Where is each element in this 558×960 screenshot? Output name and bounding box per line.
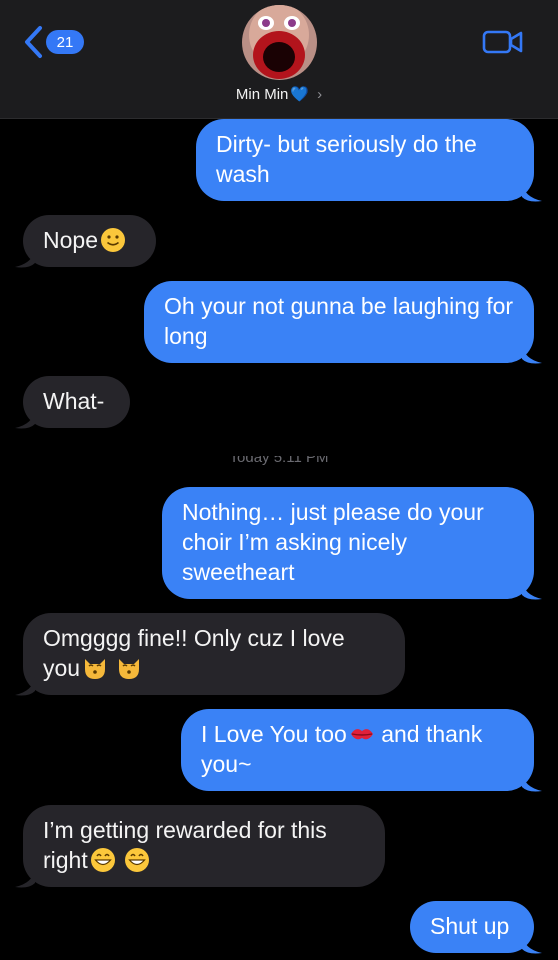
chevron-left-icon bbox=[25, 26, 42, 58]
contact-name-row[interactable]: Min Min 💙 › bbox=[0, 85, 558, 104]
message-text: Nope bbox=[43, 227, 98, 253]
message-text: Dirty- but seriously do the wash bbox=[216, 131, 477, 187]
grinning-face-icon bbox=[124, 848, 149, 872]
message-bubble-sent[interactable]: Nothing… just please do your choir I’m a… bbox=[162, 487, 534, 599]
message-text-line: you bbox=[43, 655, 81, 681]
bubble-tail bbox=[522, 773, 542, 792]
messages-screen: 21 Min Min 💙 › Dirty- but seriously do t… bbox=[0, 0, 558, 960]
message-bubble-received[interactable]: What- bbox=[23, 376, 130, 428]
message-bubble-sent[interactable]: I Love You too and thank you~ bbox=[181, 709, 534, 791]
kiss-mark-icon bbox=[350, 729, 373, 740]
message-text: Oh your not gunna be laughing for long bbox=[164, 293, 514, 349]
chevron-right-icon: › bbox=[317, 85, 323, 103]
bubble-tail bbox=[522, 183, 542, 202]
message-text-line: right bbox=[43, 847, 88, 873]
message-bubble-sent[interactable]: Oh your not gunna be laughing for long bbox=[144, 281, 534, 363]
video-call-icon[interactable] bbox=[482, 28, 524, 56]
message-bubble-sent[interactable]: Dirty- but seriously do the wash bbox=[196, 119, 534, 201]
slightly-smiling-face-icon bbox=[100, 228, 125, 252]
message-bubble-received[interactable]: Omgggg fine!! Only cuz I love you bbox=[23, 613, 405, 695]
blue-heart-icon: 💙 bbox=[290, 86, 310, 103]
unread-count-badge: 21 bbox=[46, 30, 84, 54]
kissing-cat-icon bbox=[85, 659, 106, 679]
bubble-tail bbox=[522, 345, 542, 364]
avatar-image bbox=[242, 5, 317, 80]
grinning-face-icon bbox=[90, 848, 115, 872]
bubble-tail bbox=[15, 677, 35, 696]
message-text: What- bbox=[43, 388, 105, 414]
message-bubble-received[interactable]: I’m getting rewarded for this right bbox=[23, 805, 385, 887]
message-bubble-received[interactable]: Nope bbox=[23, 215, 156, 267]
bubble-tail bbox=[15, 410, 35, 429]
message-text-line: Omgggg fine!! Only cuz I love bbox=[43, 625, 345, 651]
timestamp: Today 5:11 PM bbox=[229, 456, 329, 466]
message-bubble-sent[interactable]: Shut up bbox=[410, 901, 534, 953]
back-button[interactable]: 21 bbox=[22, 24, 84, 60]
bubble-tail bbox=[15, 869, 35, 888]
conversation-header: 21 Min Min 💙 › bbox=[0, 0, 558, 119]
bubble-tail bbox=[15, 249, 35, 268]
message-text: Nothing… just please do your choir I’m a… bbox=[182, 499, 484, 585]
bubble-tail bbox=[522, 581, 542, 600]
message-text: Shut up bbox=[430, 913, 510, 939]
bubble-tail bbox=[522, 935, 542, 954]
contact-avatar[interactable] bbox=[242, 5, 317, 80]
kissing-cat-icon bbox=[119, 659, 140, 679]
message-text: I Love You too bbox=[201, 721, 347, 747]
message-text-line: I’m getting rewarded for this bbox=[43, 817, 327, 843]
contact-name: Min Min bbox=[235, 85, 289, 103]
